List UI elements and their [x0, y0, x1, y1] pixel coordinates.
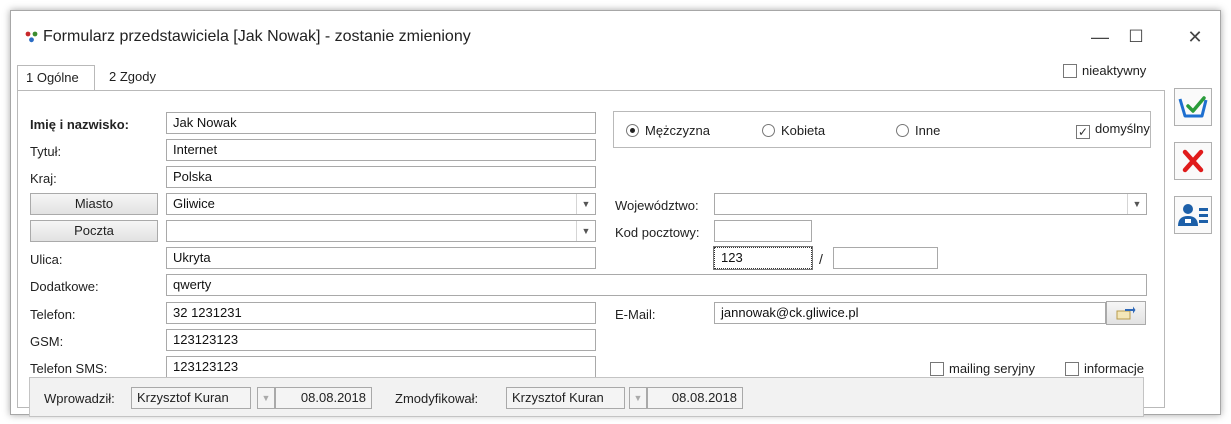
wojewodztwo-combo[interactable]: ▼	[714, 193, 1147, 215]
cancel-icon	[1182, 149, 1204, 173]
check-icon: ✓	[1076, 125, 1090, 139]
imie-label: Imię i nazwisko:	[30, 117, 129, 132]
nieaktywny-checkbox[interactable]: nieaktywny	[1063, 63, 1146, 78]
informacje-label: informacje	[1084, 361, 1144, 376]
informacje-checkbox[interactable]: informacje	[1065, 361, 1144, 376]
radio-mezczyzna-label: Mężczyzna	[645, 123, 711, 138]
kraj-label: Kraj:	[30, 171, 57, 186]
mailing-checkbox[interactable]: mailing seryjny	[930, 361, 1035, 376]
wprowadzil-label: Wprowadził:	[44, 391, 115, 406]
nr-separator: /	[819, 251, 823, 267]
tab-zgody[interactable]: 2 Zgody	[101, 65, 171, 91]
title-bar: Formularz przedstawiciela [Jak Nowak] - …	[11, 11, 1220, 55]
gsm-input[interactable]: 123123123	[166, 329, 596, 351]
email-label: E-Mail:	[615, 307, 656, 322]
checkbox-box	[1063, 64, 1077, 78]
gsm-label: GSM:	[30, 334, 64, 349]
telefon-label: Telefon:	[30, 307, 76, 322]
window-title: Formularz przedstawiciela [Jak Nowak] - …	[43, 28, 471, 45]
chevron-down-icon[interactable]: ▼	[1127, 194, 1146, 214]
email-send-icon	[1116, 306, 1136, 320]
zmodyfikowal-date: 08.08.2018	[647, 387, 743, 409]
radio-kobieta[interactable]: Kobieta	[762, 123, 825, 138]
radio-inne-label: Inne	[915, 123, 941, 138]
tytul-input[interactable]: Internet	[166, 139, 596, 161]
radio-mezczyzna[interactable]: Mężczyzna	[626, 123, 710, 138]
maximize-button[interactable]: ☐	[1124, 25, 1148, 49]
gender-radio-group: Mężczyzna Kobieta Inne	[613, 111, 1151, 148]
kraj-input[interactable]: Polska	[166, 166, 596, 188]
ulica-label: Ulica:	[30, 252, 63, 267]
miasto-combo[interactable]: Gliwice ▼	[166, 193, 596, 215]
nr-domu-input[interactable]: 123	[713, 246, 813, 270]
audit-footer: Wprowadził: Krzysztof Kuran ▼ 08.08.2018…	[29, 377, 1144, 417]
radio-inne[interactable]: Inne	[896, 123, 940, 138]
email-input[interactable]: jannowak@ck.gliwice.pl	[714, 302, 1106, 324]
radio-dot	[896, 124, 909, 137]
radio-dot	[626, 124, 639, 137]
contact-card-icon	[1178, 204, 1208, 226]
domyslny-checkbox[interactable]: ✓ domyślny	[1076, 121, 1150, 139]
kod-label: Kod pocztowy:	[615, 225, 700, 240]
poczta-combo[interactable]: ▼	[166, 220, 596, 242]
tytul-label: Tytuł:	[30, 144, 62, 159]
nr-lokalu-input[interactable]	[833, 247, 938, 269]
miasto-button[interactable]: Miasto	[30, 193, 158, 215]
wprowadzil-date: 08.08.2018	[275, 387, 372, 409]
sms-input[interactable]: 123123123	[166, 356, 596, 378]
radio-kobieta-label: Kobieta	[781, 123, 826, 138]
wojewodztwo-label: Województwo:	[615, 198, 699, 213]
dodatkowe-input[interactable]: qwerty	[166, 274, 1147, 296]
save-icon	[1178, 96, 1208, 118]
checkbox-box	[1065, 362, 1079, 376]
radio-dot	[762, 124, 775, 137]
chevron-down-icon[interactable]: ▼	[576, 221, 595, 241]
imie-input[interactable]: Jak Nowak	[166, 112, 596, 134]
zmodyfikowal-label: Zmodyfikował:	[395, 391, 479, 406]
sms-label: Telefon SMS:	[30, 361, 108, 376]
dialog-window: Formularz przedstawiciela [Jak Nowak] - …	[10, 10, 1221, 417]
domyslny-label: domyślny	[1095, 121, 1150, 136]
email-send-button[interactable]	[1106, 301, 1146, 325]
minimize-button[interactable]: —	[1088, 25, 1112, 49]
zmodyfikowal-user: Krzysztof Kuran	[506, 387, 625, 409]
chevron-down-icon: ▼	[257, 387, 275, 409]
save-button[interactable]	[1174, 88, 1212, 126]
checkbox-box	[930, 362, 944, 376]
kod-input[interactable]	[714, 220, 812, 242]
wprowadzil-user: Krzysztof Kuran	[131, 387, 251, 409]
contact-card-button[interactable]	[1174, 196, 1212, 234]
tab-ogolne[interactable]: 1 Ogólne	[17, 65, 95, 91]
cancel-button[interactable]	[1174, 142, 1212, 180]
chevron-down-icon[interactable]: ▼	[576, 194, 595, 214]
ulica-input[interactable]: Ukryta	[166, 247, 596, 269]
form-panel: Imię i nazwisko: Jak Nowak Tytuł: Intern…	[17, 90, 1165, 408]
poczta-button[interactable]: Poczta	[30, 220, 158, 242]
telefon-input[interactable]: 32 1231231	[166, 302, 596, 324]
app-icon	[25, 31, 38, 43]
nieaktywny-label: nieaktywny	[1082, 63, 1147, 78]
close-button[interactable]: ✕	[1183, 25, 1207, 49]
chevron-down-icon: ▼	[629, 387, 647, 409]
dodatkowe-label: Dodatkowe:	[30, 279, 99, 294]
mailing-label: mailing seryjny	[949, 361, 1035, 376]
miasto-value: Gliwice	[173, 196, 215, 211]
